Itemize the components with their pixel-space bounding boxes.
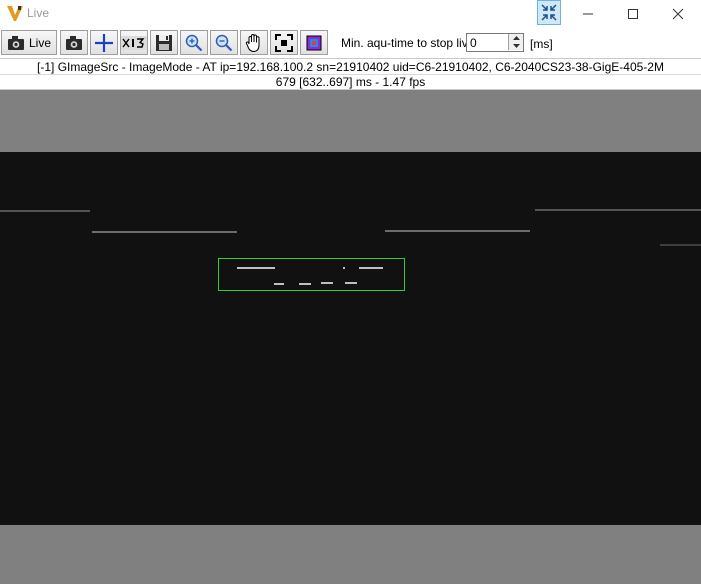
maximize-icon	[628, 8, 638, 19]
divider	[0, 58, 701, 59]
settings-button[interactable]	[300, 30, 328, 55]
timing-info-line: 679 [632..697] ms - 1.47 fps	[275, 75, 426, 89]
close-button[interactable]	[655, 0, 701, 27]
window-title: Live	[27, 6, 50, 20]
hand-pan-icon	[245, 33, 260, 52]
shrink-arrows-icon	[541, 4, 557, 21]
min-aqu-time-label: Min. aqu-time to stop live	[341, 36, 475, 50]
minimize-button[interactable]	[565, 0, 611, 27]
chevron-down-icon	[512, 44, 520, 48]
stepper-down-button[interactable]	[508, 42, 523, 50]
laser-spot	[345, 282, 357, 284]
camera-icon	[7, 35, 24, 50]
cube-settings-icon	[306, 35, 322, 50]
app-logo-icon	[7, 6, 23, 21]
title-bar: Live	[0, 0, 701, 27]
min-aqu-time-stepper[interactable]	[466, 33, 524, 52]
snapshot-button[interactable]	[60, 30, 88, 55]
fit-screen-icon	[275, 33, 293, 52]
laser-line-segment	[385, 230, 530, 232]
zoom-in-button[interactable]	[180, 30, 208, 55]
laser-spot	[299, 283, 311, 285]
min-aqu-time-input[interactable]	[467, 34, 512, 51]
laser-spot	[343, 267, 345, 269]
save-button[interactable]	[150, 30, 178, 55]
live-button-label: Live	[28, 35, 51, 50]
zoom-13-icon	[121, 35, 147, 50]
roi-rectangle[interactable]	[218, 258, 405, 291]
minimize-icon	[583, 13, 593, 14]
zoom-out-icon	[215, 34, 233, 51]
camera-snapshot-icon	[66, 35, 82, 50]
live-button[interactable]: Live	[1, 30, 57, 55]
laser-spot	[237, 267, 275, 269]
zoom-out-button[interactable]	[210, 30, 238, 55]
laser-line-segment	[0, 210, 90, 212]
crosshair-icon	[95, 33, 113, 52]
image-viewport[interactable]	[0, 90, 701, 584]
floppy-disk-icon	[156, 34, 172, 51]
zoom-in-icon	[185, 34, 203, 51]
crosshair-button[interactable]	[90, 30, 118, 55]
camera-image[interactable]	[0, 152, 701, 525]
laser-spot	[274, 283, 284, 285]
laser-spot	[321, 282, 333, 284]
pan-button[interactable]	[240, 30, 268, 55]
camera-info-line: [-1] GImageSrc - ImageMode - AT ip=192.1…	[37, 60, 664, 74]
laser-spot	[359, 267, 383, 269]
fit-screen-button[interactable]	[270, 30, 298, 55]
laser-line-segment	[660, 244, 701, 246]
maximize-button[interactable]	[610, 0, 656, 27]
laser-line-segment	[535, 209, 701, 211]
close-icon	[672, 8, 684, 19]
unit-label: [ms]	[530, 37, 553, 51]
compact-view-button[interactable]	[537, 0, 561, 25]
laser-line-segment	[92, 231, 237, 233]
zoom-13-button[interactable]	[120, 30, 148, 55]
chevron-up-icon	[512, 36, 520, 40]
